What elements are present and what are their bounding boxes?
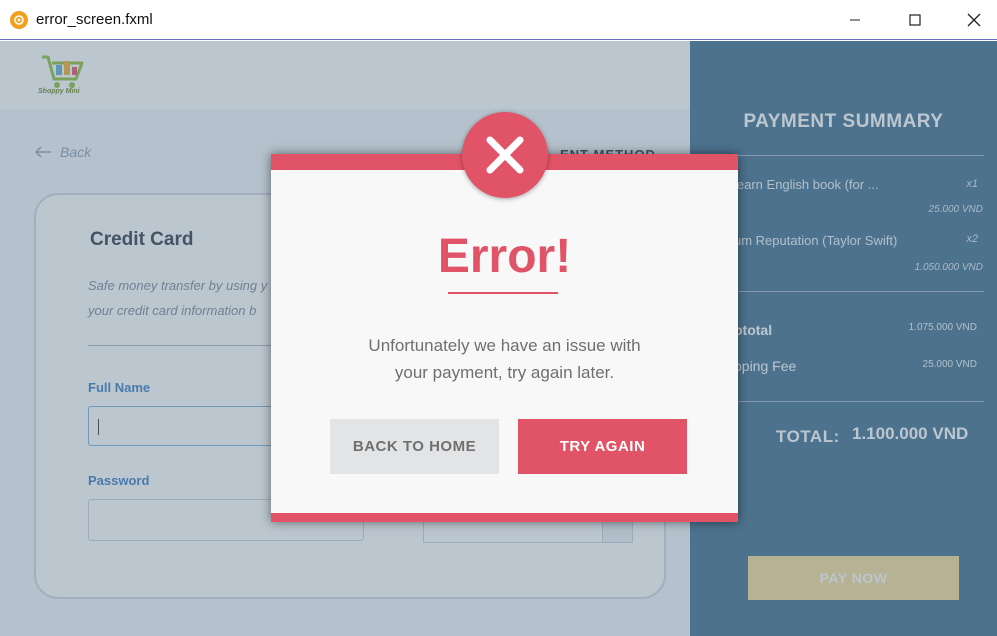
try-again-button[interactable]: TRY AGAIN (518, 419, 687, 474)
error-x-icon (486, 136, 524, 174)
maximize-icon (909, 14, 921, 26)
error-title: Error! (437, 230, 572, 283)
back-to-home-button[interactable]: BACK TO HOME (330, 419, 499, 474)
error-badge (462, 112, 548, 198)
minimize-button[interactable] (832, 0, 878, 40)
error-message: Unfortunately we have an issue with your… (368, 336, 641, 382)
dialog-bottom-bar (271, 513, 738, 522)
minimize-icon (850, 19, 860, 21)
close-icon (967, 13, 981, 27)
error-dialog: Error! Unfortunately we have an issue wi… (271, 112, 738, 522)
title-underline (448, 292, 558, 294)
maximize-button[interactable] (892, 0, 938, 40)
window-titlebar: error_screen.fxml (0, 0, 997, 40)
close-button[interactable] (951, 0, 997, 40)
app-icon (10, 11, 28, 29)
window-title: error_screen.fxml (36, 11, 153, 28)
